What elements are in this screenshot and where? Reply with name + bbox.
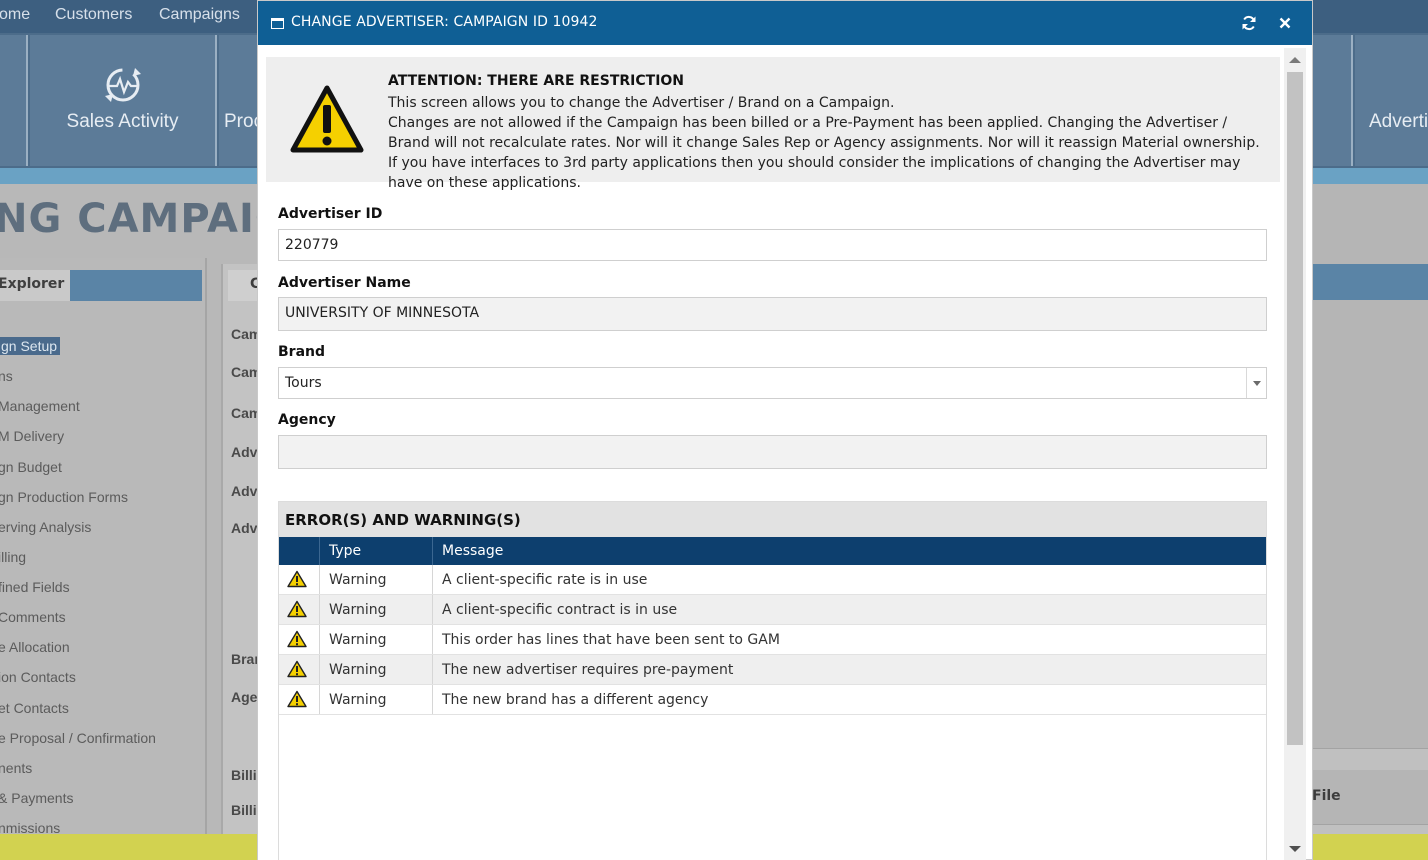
campaign-field-label: Adv	[231, 483, 258, 499]
table-row[interactable]: Warning A client-specific contract is in …	[279, 595, 1266, 625]
dialog-title: CHANGE ADVERTISER: CAMPAIGN ID 10942	[291, 14, 598, 30]
explorer-item[interactable]: illing	[0, 549, 26, 565]
dialog-header: CHANGE ADVERTISER: CAMPAIGN ID 10942	[258, 1, 1312, 45]
col-icon[interactable]	[279, 537, 319, 565]
brand-value: Tours	[285, 375, 322, 391]
campaign-field-label: Adv	[231, 444, 258, 460]
type-cell: Warning	[319, 595, 432, 624]
type-cell: Warning	[319, 655, 432, 684]
warning-triangle-icon	[290, 85, 364, 157]
agency-field	[278, 435, 1267, 469]
warning-icon	[287, 660, 307, 682]
campaign-field-label: Adv	[231, 520, 258, 536]
explorer-item[interactable]: erving Analysis	[0, 519, 91, 535]
table-row[interactable]: Warning The new advertiser requires pre-p…	[279, 655, 1266, 685]
explorer-item[interactable]: et Contacts	[0, 700, 69, 716]
col-message[interactable]: Message	[432, 537, 1268, 565]
message-cell: The new brand has a different agency	[432, 685, 1268, 714]
tile-advertisers[interactable]: Adverti	[1355, 35, 1428, 166]
refresh-icon[interactable]	[1238, 12, 1260, 34]
type-cell: Warning	[319, 565, 432, 594]
explorer-item[interactable]: ion Contacts	[0, 669, 76, 685]
explorer-item[interactable]: Comments	[0, 609, 66, 625]
explorer-item[interactable]: gn Setup	[0, 337, 61, 355]
advertiser-name-field: UNIVERSITY OF MINNESOTA	[278, 297, 1267, 331]
change-advertiser-dialog: CHANGE ADVERTISER: CAMPAIGN ID 10942 ATT…	[257, 0, 1313, 860]
grid-header: Type Message	[279, 537, 1266, 565]
tile-production[interactable]: Proc	[219, 35, 264, 166]
dialog-body: ATTENTION: THERE ARE RESTRICTION This sc…	[258, 45, 1295, 860]
campaign-field-label: Billi	[231, 802, 257, 818]
table-row[interactable]: Warning A client-specific rate is in use	[279, 565, 1266, 595]
warning-icon	[287, 570, 307, 592]
chevron-down-icon[interactable]	[1246, 368, 1266, 398]
explorer-item[interactable]: nents	[0, 760, 32, 776]
tile-sales-activity[interactable]: Sales Activity	[30, 35, 217, 166]
brand-label: Brand	[278, 344, 326, 360]
warning-icon	[287, 690, 307, 712]
file-label: File	[1312, 788, 1341, 804]
warning-icon	[287, 600, 307, 622]
warning-icon	[287, 630, 307, 652]
explorer-item[interactable]: & Payments	[0, 790, 73, 806]
agency-label: Agency	[278, 412, 336, 428]
window-icon	[271, 18, 284, 29]
explorer-item[interactable]: gn Budget	[0, 459, 62, 475]
right-tabstrip	[1313, 264, 1428, 300]
explorer-item[interactable]: gn Production Forms	[0, 489, 128, 505]
tile-label: Proc	[224, 111, 264, 132]
heartbeat-refresh-icon	[99, 65, 147, 109]
restriction-notice: ATTENTION: THERE ARE RESTRICTION This sc…	[266, 57, 1280, 191]
close-icon[interactable]	[1274, 12, 1296, 34]
tile-gap	[1313, 35, 1353, 166]
tile-label: Adverti	[1369, 111, 1428, 132]
scroll-up-icon[interactable]	[1289, 57, 1301, 63]
nav-item-home[interactable]: ome	[0, 6, 30, 24]
notice-title: ATTENTION: THERE ARE RESTRICTION	[388, 73, 685, 89]
scroll-down-icon[interactable]	[1289, 846, 1301, 852]
explorer-item[interactable]: ns	[0, 368, 13, 384]
scroll-thumb[interactable]	[1287, 72, 1303, 745]
explorer-item[interactable]: Management	[0, 398, 80, 414]
campaign-field-label: Age	[231, 689, 258, 705]
tile-partial[interactable]	[0, 35, 28, 166]
nav-item-customers[interactable]: Customers	[55, 6, 132, 24]
advertiser-id-label: Advertiser ID	[278, 206, 383, 222]
table-row[interactable]: Warning The new brand has a different age…	[279, 685, 1266, 715]
errors-title: ERROR(S) AND WARNING(S)	[279, 502, 1266, 537]
campaign-field-label: Billi	[231, 767, 257, 783]
advertiser-name-label: Advertiser Name	[278, 275, 411, 291]
message-cell: The new advertiser requires pre-payment	[432, 655, 1268, 684]
explorer-item[interactable]: e Proposal / Confirmation	[0, 730, 156, 746]
message-cell: A client-specific rate is in use	[432, 565, 1268, 594]
explorer-item[interactable]: fined Fields	[0, 579, 70, 595]
message-cell: This order has lines that have been sent…	[432, 625, 1268, 654]
explorer-tab[interactable]: Explorer	[0, 270, 70, 301]
errors-warnings-panel: ERROR(S) AND WARNING(S) Type Message War…	[278, 501, 1267, 860]
nav-item-campaigns[interactable]: Campaigns	[159, 6, 240, 24]
type-cell: Warning	[319, 685, 432, 714]
notice-text: This screen allows you to change the Adv…	[388, 93, 1268, 193]
brand-select[interactable]: Tours	[278, 367, 1267, 399]
explorer-item[interactable]: e Allocation	[0, 639, 70, 655]
tile-label: Sales Activity	[66, 111, 179, 132]
col-type[interactable]: Type	[319, 537, 432, 565]
advertiser-id-field[interactable]: 220779	[278, 229, 1267, 261]
right-select[interactable]	[1313, 748, 1428, 770]
notice-line-2: Changes are not allowed if the Campaign …	[388, 115, 1260, 191]
explorer-tabstrip	[70, 270, 202, 301]
message-cell: A client-specific contract is in use	[432, 595, 1268, 624]
type-cell: Warning	[319, 625, 432, 654]
explorer-item[interactable]: M Delivery	[0, 428, 64, 444]
notice-line-1: This screen allows you to change the Adv…	[388, 95, 895, 111]
dialog-scrollbar[interactable]	[1284, 48, 1306, 860]
table-row[interactable]: Warning This order has lines that have be…	[279, 625, 1266, 655]
